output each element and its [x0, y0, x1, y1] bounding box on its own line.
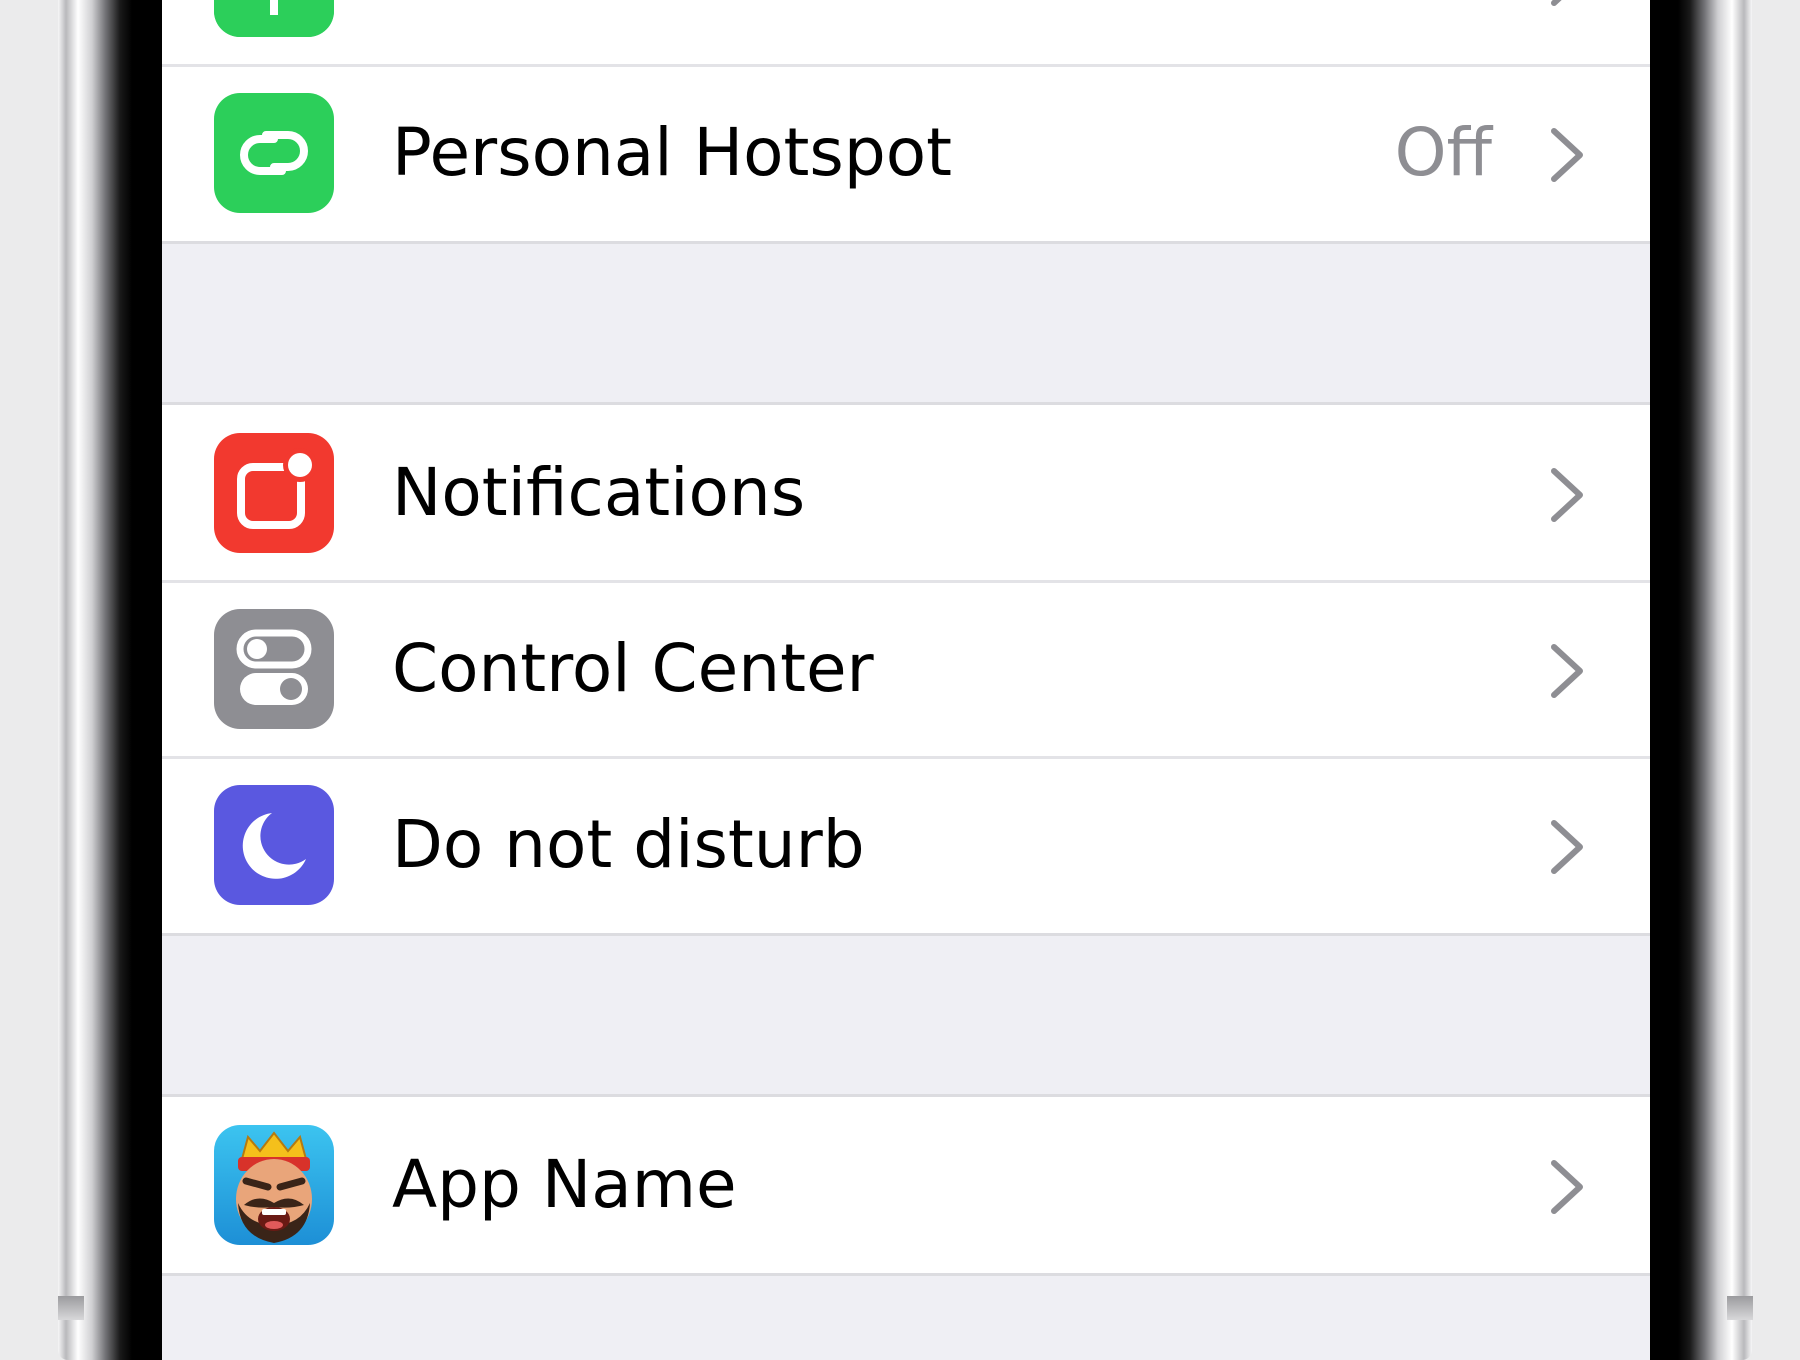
side-button-left	[58, 1296, 84, 1320]
settings-screen: Mobile Data Off Personal Hotspot Off	[162, 0, 1650, 1360]
row-label: Personal Hotspot	[392, 114, 952, 191]
antenna-icon	[214, 0, 334, 37]
chevron-right-icon	[1548, 127, 1588, 183]
settings-group-cellular: Mobile Data Off Personal Hotspot Off	[162, 0, 1650, 244]
chevron-right-icon	[1548, 819, 1588, 875]
app-character-icon	[214, 1125, 334, 1245]
chevron-right-icon	[1548, 643, 1588, 699]
settings-row-control-center[interactable]: Control Center	[162, 579, 1650, 757]
settings-group-apps: App Name	[162, 1094, 1650, 1276]
settings-row-do-not-disturb[interactable]: Do not disturb	[162, 755, 1650, 933]
row-label: App Name	[392, 1146, 737, 1223]
chevron-right-icon	[1548, 1159, 1588, 1215]
settings-row-mobile-data[interactable]: Mobile Data Off	[162, 0, 1650, 65]
hotspot-link-icon	[214, 93, 334, 213]
row-value: Off	[1394, 114, 1492, 191]
toggle-switches-icon	[214, 609, 334, 729]
settings-row-notifications[interactable]: Notifications	[162, 405, 1650, 581]
notification-badge-icon	[214, 433, 334, 553]
chevron-right-icon	[1548, 467, 1588, 523]
moon-icon	[214, 785, 334, 905]
settings-group-system: Notifications Control Center Do not dist…	[162, 402, 1650, 936]
row-value: Off	[1395, 0, 1492, 65]
row-label: Control Center	[392, 630, 874, 707]
row-label: Do not disturb	[392, 806, 865, 883]
settings-row-app-name[interactable]: App Name	[162, 1097, 1650, 1273]
chevron-right-icon	[1548, 0, 1588, 7]
row-label: Mobile Data	[392, 0, 787, 65]
side-button-right	[1727, 1296, 1753, 1320]
settings-row-personal-hotspot[interactable]: Personal Hotspot Off	[162, 63, 1650, 241]
row-label: Notifications	[392, 454, 806, 531]
